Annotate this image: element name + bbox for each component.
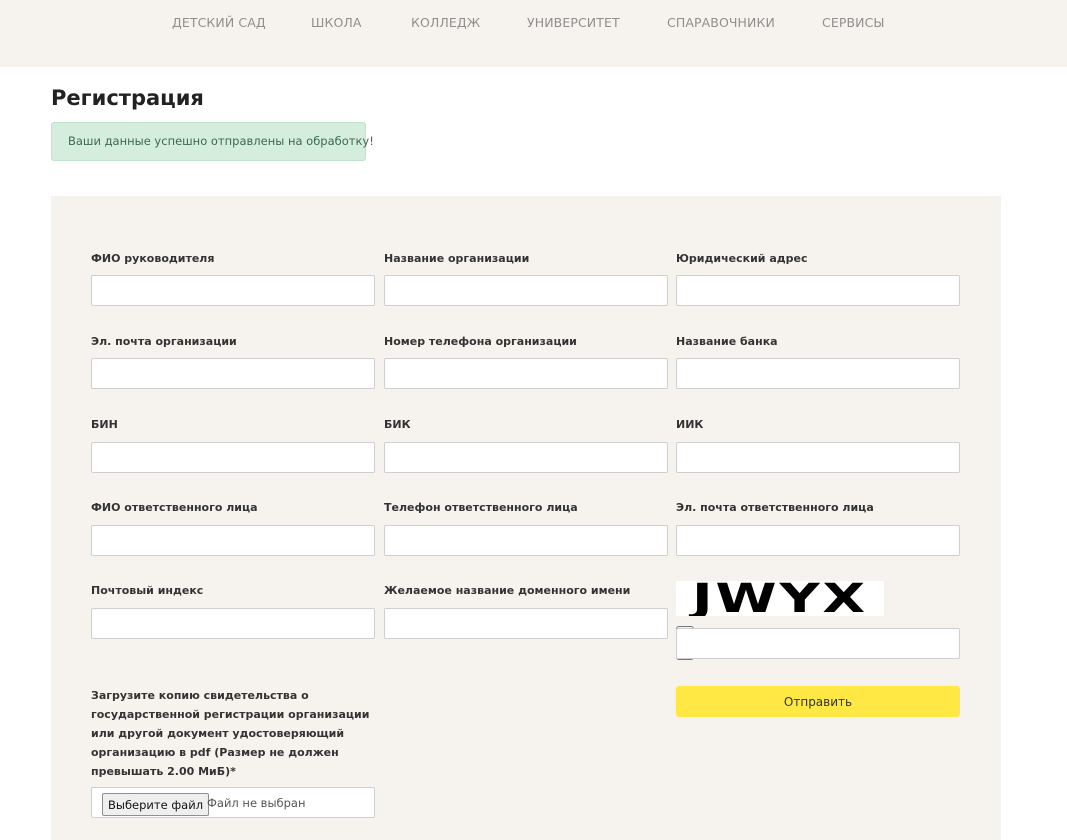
field-label-legal-address: Юридический адрес: [676, 252, 808, 265]
postal-code-input[interactable]: [91, 608, 375, 639]
captcha-code-text: JWYX: [688, 581, 868, 616]
nav-item-directories[interactable]: СПАРАВОЧНИКИ: [667, 15, 775, 30]
legal-address-input[interactable]: [676, 275, 960, 306]
upload-label: Загрузите копию свидетельства о государс…: [91, 689, 370, 778]
nav-item-services[interactable]: СЕРВИСЫ: [822, 15, 885, 30]
bin-input[interactable]: [91, 442, 375, 473]
bik-input[interactable]: [384, 442, 668, 473]
nav-item-university[interactable]: УНИВЕРСИТЕТ: [527, 15, 620, 30]
organization-phone-input[interactable]: [384, 358, 668, 389]
page-title: Регистрация: [51, 86, 204, 110]
nav-item-school[interactable]: ШКОЛА: [311, 15, 362, 30]
field-label-bin: БИН: [91, 418, 118, 431]
responsible-phone-input[interactable]: [384, 525, 668, 556]
success-alert: Ваши данные успешно отправлены на обрабо…: [51, 122, 374, 161]
top-navigation: ДЕТСКИЙ САД ШКОЛА КОЛЛЕДЖ УНИВЕРСИТЕТ СП…: [0, 0, 1067, 67]
nav-item-kindergarten[interactable]: ДЕТСКИЙ САД: [172, 15, 266, 30]
field-label-director-name: ФИО руководителя: [91, 252, 215, 265]
field-label-responsible-email: Эл. почта ответственного лица: [676, 501, 874, 514]
field-label-postal-code: Почтовый индекс: [91, 584, 204, 597]
field-label-domain-name: Желаемое название доменного имени: [384, 584, 631, 597]
field-label-bik: БИК: [384, 418, 411, 431]
field-label-organization-name: Название организации: [384, 252, 530, 265]
responsible-name-input[interactable]: [91, 525, 375, 556]
captcha-input[interactable]: [676, 628, 960, 659]
field-label-iik: ИИК: [676, 418, 704, 431]
organization-email-input[interactable]: [91, 358, 375, 389]
iik-input[interactable]: [676, 442, 960, 473]
captcha-code: JWYX: [688, 576, 868, 622]
captcha-image: JWYX: [676, 576, 884, 622]
field-label-responsible-name: ФИО ответственного лица: [91, 501, 258, 514]
responsible-email-input[interactable]: [676, 525, 960, 556]
field-label-responsible-phone: Телефон ответственного лица: [384, 501, 578, 514]
organization-name-input[interactable]: [384, 275, 668, 306]
bank-name-input[interactable]: [676, 358, 960, 389]
submit-button[interactable]: Отправить: [676, 686, 960, 717]
field-label-organization-email: Эл. почта организации: [91, 335, 237, 348]
director-name-input[interactable]: [91, 275, 375, 306]
choose-file-button[interactable]: Выберите файл: [102, 793, 210, 816]
file-upload-field[interactable]: Выберите файл Файл не выбран: [91, 787, 375, 818]
field-label-organization-phone: Номер телефона организации: [384, 335, 577, 348]
field-label-bank-name: Название банка: [676, 335, 778, 348]
nav-item-college[interactable]: КОЛЛЕДЖ: [411, 15, 480, 30]
file-status: Файл не выбран: [207, 796, 306, 810]
domain-name-input[interactable]: [384, 608, 668, 639]
